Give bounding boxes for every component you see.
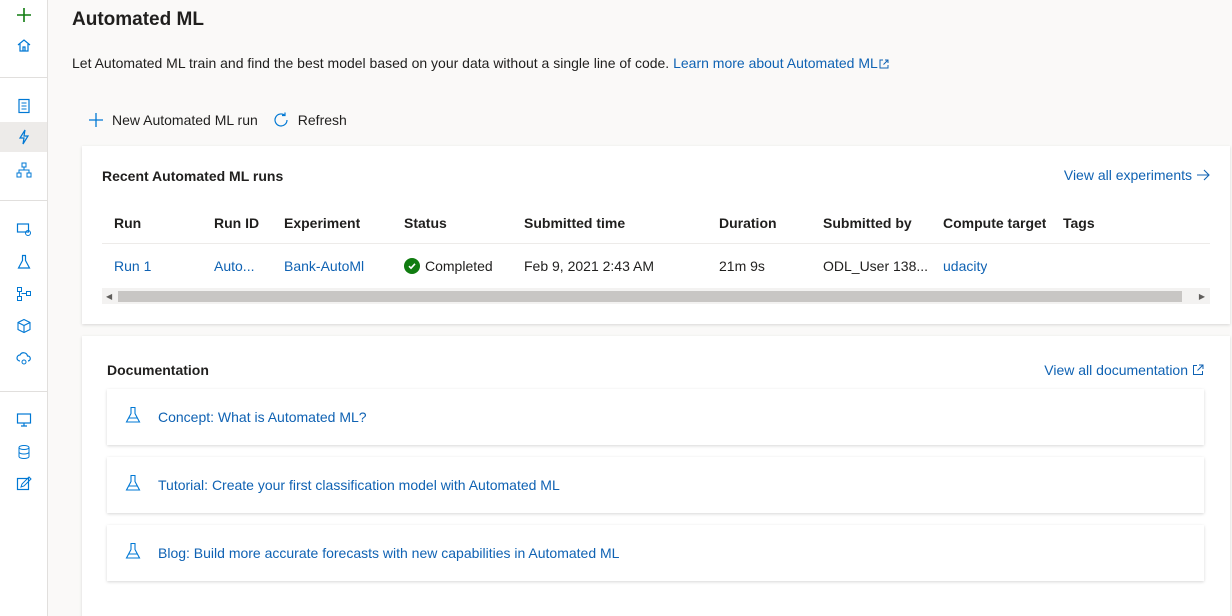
view-all-experiments-link[interactable]: View all experiments: [1064, 167, 1210, 183]
page-title: Automated ML: [72, 9, 204, 30]
home-icon[interactable]: [0, 30, 47, 60]
col-status[interactable]: Status: [404, 202, 447, 244]
plus-icon: [89, 113, 103, 127]
status-cell: Completed: [404, 245, 493, 287]
view-all-documentation-link[interactable]: View all documentation: [1044, 362, 1204, 378]
doc-item-tutorial[interactable]: Tutorial: Create your first classificati…: [107, 457, 1204, 513]
new-run-label: New Automated ML run: [112, 112, 258, 128]
horizontal-scrollbar[interactable]: ◀ ▶: [102, 288, 1210, 304]
arrow-right-icon: [1197, 169, 1210, 181]
data-labeling-icon[interactable]: [0, 469, 47, 499]
pipelines-icon[interactable]: [0, 279, 47, 309]
scroll-left-arrow-icon[interactable]: ◀: [106, 291, 112, 302]
refresh-button[interactable]: Refresh: [272, 111, 347, 129]
run-name-link[interactable]: Run 1: [114, 245, 151, 287]
description-text: Let Automated ML train and find the best…: [72, 55, 670, 71]
col-duration[interactable]: Duration: [719, 202, 777, 244]
new-automated-ml-run-button[interactable]: New Automated ML run: [88, 112, 258, 128]
endpoints-icon[interactable]: [0, 343, 47, 373]
col-compute-target[interactable]: Compute target: [943, 202, 1046, 244]
check-circle-icon: [404, 258, 420, 274]
experiments-icon[interactable]: [0, 247, 47, 277]
doc-item-blog[interactable]: Blog: Build more accurate forecasts with…: [107, 525, 1204, 581]
automated-ml-icon[interactable]: [0, 122, 47, 152]
runs-table-header: Run Run ID Experiment Status Submitted t…: [102, 202, 1210, 244]
external-link-icon: [1193, 364, 1204, 375]
col-run[interactable]: Run: [114, 202, 141, 244]
doc-item-label: Concept: What is Automated ML?: [158, 409, 367, 425]
col-tags[interactable]: Tags: [1063, 202, 1095, 244]
flask-icon: [125, 542, 141, 559]
documentation-title: Documentation: [107, 362, 209, 378]
col-experiment[interactable]: Experiment: [284, 202, 360, 244]
page-description: Let Automated ML train and find the best…: [72, 55, 889, 71]
duration-cell: 21m 9s: [719, 258, 765, 274]
experiment-link[interactable]: Bank-AutoMl: [284, 245, 364, 287]
compute-icon[interactable]: [0, 405, 47, 435]
refresh-icon: [274, 112, 288, 127]
flask-icon: [125, 406, 141, 423]
doc-item-label: Blog: Build more accurate forecasts with…: [158, 545, 620, 561]
col-run-id[interactable]: Run ID: [214, 202, 259, 244]
notebook-icon[interactable]: [0, 91, 47, 121]
compute-target-link[interactable]: udacity: [943, 245, 987, 287]
col-submitted-time[interactable]: Submitted time: [524, 202, 625, 244]
refresh-label: Refresh: [297, 112, 347, 128]
status-text: Completed: [425, 258, 493, 274]
command-bar: New Automated ML run Refresh: [88, 108, 347, 132]
doc-item-concept[interactable]: Concept: What is Automated ML?: [107, 389, 1204, 445]
documentation-card: Documentation View all documentation Con…: [82, 336, 1230, 616]
flask-icon: [125, 474, 141, 491]
run-id-link[interactable]: Auto...: [214, 245, 264, 287]
doc-item-label: Tutorial: Create your first classificati…: [158, 477, 560, 493]
designer-icon[interactable]: [0, 155, 47, 185]
new-plus-icon[interactable]: [0, 0, 47, 30]
col-submitted-by[interactable]: Submitted by: [823, 202, 912, 244]
recent-runs-card: Recent Automated ML runs View all experi…: [82, 146, 1230, 324]
learn-more-link[interactable]: Learn more about Automated ML: [673, 55, 889, 71]
datastores-icon[interactable]: [0, 437, 47, 467]
submitted-time-cell: Feb 9, 2021 2:43 AM: [524, 258, 654, 274]
recent-runs-title: Recent Automated ML runs: [102, 168, 284, 184]
datasets-icon[interactable]: [0, 214, 47, 244]
scroll-right-arrow-icon[interactable]: ▶: [1199, 291, 1205, 302]
table-row[interactable]: Run 1 Auto... Bank-AutoMl Completed Feb …: [102, 245, 1210, 287]
scrollbar-thumb[interactable]: [118, 291, 1182, 302]
main-content: Automated ML Let Automated ML train and …: [48, 0, 1232, 616]
models-icon[interactable]: [0, 311, 47, 341]
left-nav-rail: [0, 0, 48, 616]
submitted-by-cell: ODL_User 138...: [823, 258, 929, 274]
external-link-icon: [879, 59, 889, 69]
